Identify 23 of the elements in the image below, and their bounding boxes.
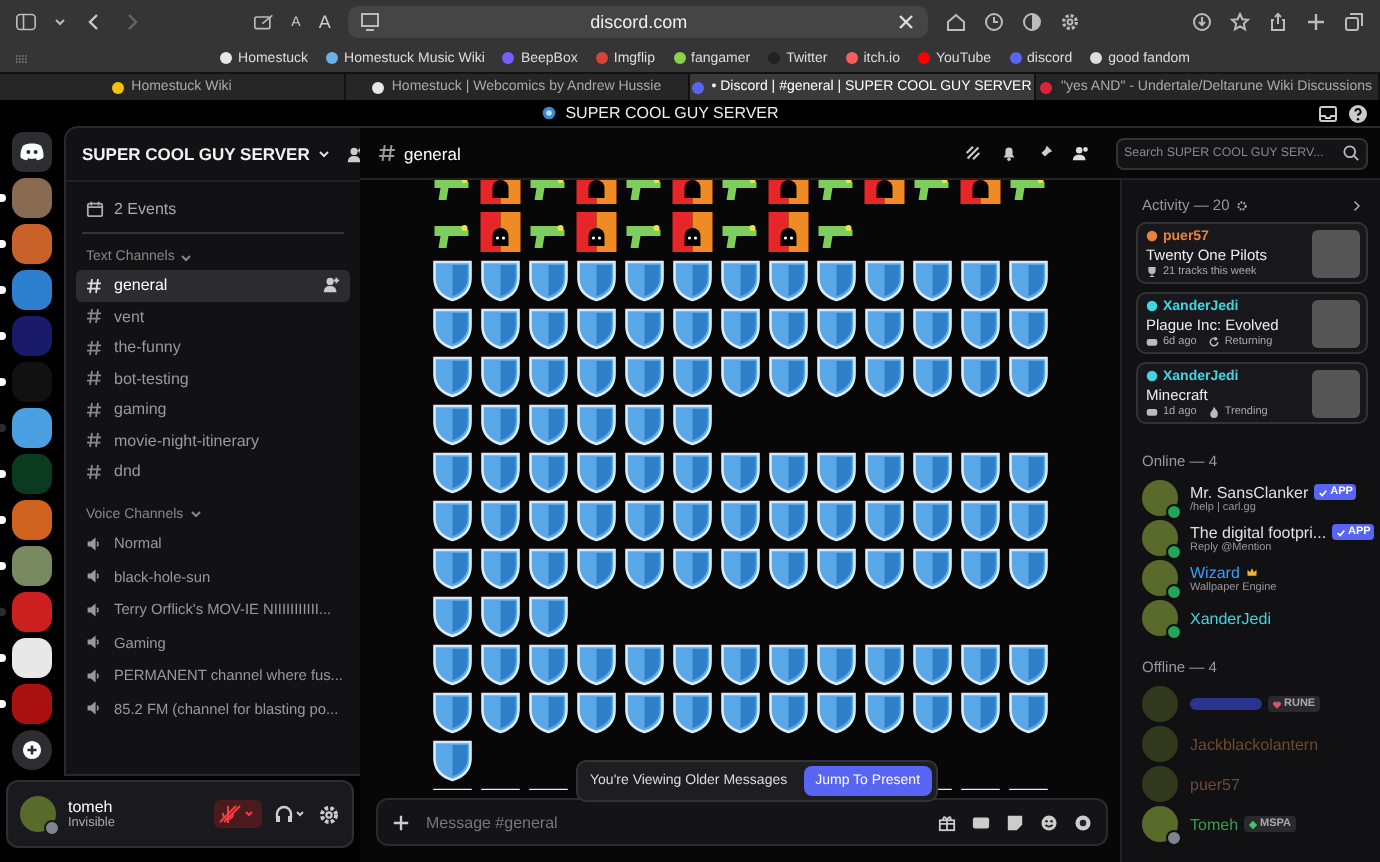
text-channel[interactable]: dnd (76, 456, 350, 487)
text-channel[interactable]: gaming (76, 394, 350, 425)
text-channel[interactable]: general (76, 270, 350, 301)
events-row[interactable]: 2 Events (76, 182, 350, 232)
text-channel[interactable]: vent (76, 301, 350, 332)
channel-title: general (404, 143, 461, 163)
member-name: Jackblackolantern (1190, 735, 1319, 753)
address-field[interactable]: discord.com (348, 6, 929, 38)
username: tomeh (68, 798, 115, 816)
window-title: SUPER COOL GUY SERVER (565, 104, 779, 122)
text-channel[interactable]: the-funny (76, 332, 350, 363)
member-name: The digital footpri... (1190, 523, 1327, 541)
text-channel[interactable]: bot-testing (76, 363, 350, 394)
member-name: puer57 (1190, 775, 1240, 793)
member-name: Mr. SansClanker (1190, 483, 1309, 501)
text-channel[interactable]: movie-night-itinerary (76, 425, 350, 456)
member-name: XanderJedi (1190, 609, 1271, 627)
member-row[interactable]: XanderJedi (1136, 598, 1368, 638)
message-input[interactable]: Message #general (376, 798, 1108, 846)
member-name: Tomeh (1190, 815, 1239, 833)
server-name[interactable]: SUPER COOL GUY SERVER (82, 144, 310, 164)
member-name: Wizard (1190, 563, 1240, 581)
text-larger-button[interactable]: A (318, 12, 331, 32)
